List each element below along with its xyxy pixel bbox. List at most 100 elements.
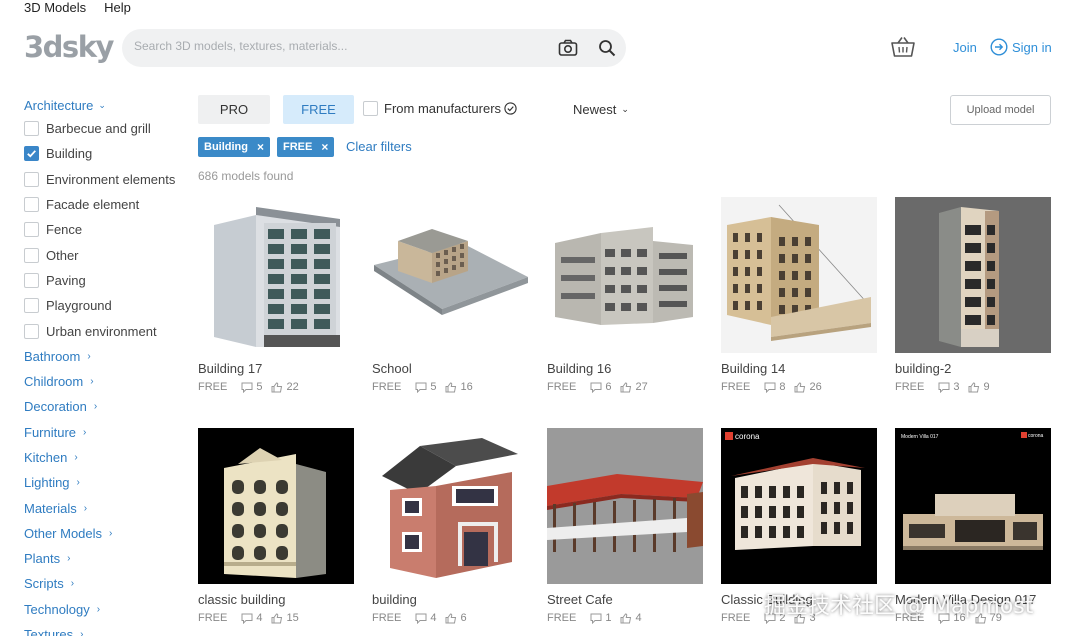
checkbox[interactable] — [24, 247, 39, 263]
model-title[interactable]: Building 16 — [547, 361, 703, 376]
like-count: 26 — [809, 381, 822, 393]
sidebar-category[interactable]: Kitchen › — [24, 445, 189, 470]
model-thumbnail[interactable]: corona — [721, 428, 877, 584]
signin-link[interactable]: Sign in — [990, 38, 1052, 56]
model-thumbnail[interactable] — [372, 428, 528, 584]
model-card[interactable]: classic building FREE 4 15 — [198, 428, 354, 625]
model-card[interactable]: Building 16 FREE 6 27 — [547, 197, 703, 394]
menu-3d-models[interactable]: 3D Models — [24, 0, 86, 18]
model-title[interactable]: Building 17 — [198, 361, 354, 376]
model-thumbnail[interactable] — [895, 197, 1051, 353]
basket-icon[interactable] — [890, 36, 916, 58]
free-badge: FREE — [372, 612, 402, 624]
menu-help[interactable]: Help — [104, 0, 131, 18]
comment-icon — [764, 382, 776, 393]
category-label: Architecture — [24, 97, 94, 113]
checkbox[interactable] — [24, 272, 39, 288]
subcategory-item[interactable]: Playground — [24, 293, 189, 318]
subcategory-item[interactable]: Other — [24, 242, 189, 267]
category-sidebar: Architecture ⌄ Barbecue and grill Building… — [24, 94, 189, 636]
like-count: 9 — [983, 381, 990, 393]
model-title[interactable]: building-2 — [895, 361, 1051, 376]
subcategory-item[interactable]: Urban environment — [24, 318, 189, 343]
comment-count: 5 — [256, 381, 263, 393]
model-card[interactable]: Building 14 FREE 8 26 — [721, 197, 877, 394]
checkbox[interactable] — [363, 101, 378, 116]
model-card[interactable]: Street Cafe FREE 1 4 — [547, 428, 703, 625]
model-card[interactable]: Building 17 FREE 5 22 — [198, 197, 354, 394]
image-search-icon[interactable] — [558, 39, 578, 57]
tag-label: FREE — [283, 141, 313, 153]
sidebar-category[interactable]: Technology › — [24, 597, 189, 622]
category-architecture[interactable]: Architecture ⌄ — [24, 94, 189, 116]
comment-icon — [590, 613, 602, 624]
sidebar-category[interactable]: Furniture › — [24, 420, 189, 445]
free-filter-button[interactable]: FREE — [283, 95, 354, 124]
checkbox[interactable] — [24, 222, 39, 238]
comment-count: 6 — [605, 381, 612, 393]
sidebar-category[interactable]: Scripts › — [24, 571, 189, 596]
close-icon[interactable]: × — [257, 140, 264, 154]
sidebar-category[interactable]: Plants › — [24, 546, 189, 571]
model-thumbnail[interactable] — [547, 197, 703, 353]
sidebar-category[interactable]: Bathroom › — [24, 344, 189, 369]
sidebar-category[interactable]: Other Models › — [24, 521, 189, 546]
filter-tag-building[interactable]: Building × — [198, 137, 271, 157]
model-title[interactable]: classic building — [198, 592, 354, 607]
sidebar-category[interactable]: Decoration › — [24, 394, 189, 419]
checkbox[interactable] — [24, 323, 39, 339]
chevron-down-icon: ⌄ — [621, 104, 629, 114]
comment-count: 8 — [779, 381, 786, 393]
comment-count: 3 — [953, 381, 960, 393]
close-icon[interactable]: × — [321, 140, 328, 154]
sidebar-category[interactable]: Textures › — [24, 622, 189, 636]
model-meta: FREE 3 9 — [895, 380, 1051, 394]
pro-filter-button[interactable]: PRO — [198, 95, 270, 124]
model-card[interactable]: School FREE 5 16 — [372, 197, 528, 394]
subcategory-item[interactable]: Environment elements — [24, 167, 189, 192]
model-title[interactable]: building — [372, 592, 528, 607]
model-thumbnail[interactable] — [721, 197, 877, 353]
sidebar-category[interactable]: Childroom › — [24, 369, 189, 394]
subcategory-item[interactable]: Barbecue and grill — [24, 116, 189, 141]
model-thumbnail[interactable] — [198, 428, 354, 584]
like-count: 16 — [460, 381, 473, 393]
search-input[interactable] — [134, 39, 554, 53]
model-card[interactable]: building-2 FREE 3 9 — [895, 197, 1051, 394]
sidebar-category[interactable]: Lighting › — [24, 470, 189, 495]
from-manufacturers-filter[interactable]: From manufacturers — [363, 101, 517, 116]
sidebar-category[interactable]: Materials › — [24, 495, 189, 520]
comment-icon — [241, 613, 253, 624]
sort-dropdown[interactable]: Newest ⌄ — [573, 102, 629, 117]
checkbox-checked[interactable] — [24, 146, 39, 162]
subcategory-label: Environment elements — [46, 171, 176, 187]
model-thumbnail[interactable] — [372, 197, 528, 353]
subcategory-item[interactable]: Fence — [24, 217, 189, 242]
model-thumbnail[interactable]: Modern Villa 017 corona — [895, 428, 1051, 584]
chevron-right-icon: › — [83, 426, 87, 438]
upload-model-button[interactable]: Upload model — [950, 95, 1051, 125]
model-thumbnail[interactable] — [547, 428, 703, 584]
subcategory-item[interactable]: Paving — [24, 268, 189, 293]
model-card[interactable]: building FREE 4 6 — [372, 428, 528, 625]
category-label: Childroom — [24, 374, 84, 390]
search-icon[interactable] — [598, 39, 616, 57]
model-thumbnail[interactable] — [198, 197, 354, 353]
filter-tag-free[interactable]: FREE × — [277, 137, 335, 157]
checkbox[interactable] — [24, 171, 39, 187]
comment-icon — [415, 382, 427, 393]
model-meta: FREE 5 22 — [198, 380, 354, 394]
model-title[interactable]: School — [372, 361, 528, 376]
chevron-right-icon: › — [109, 527, 113, 539]
subcategory-item[interactable]: Facade element — [24, 192, 189, 217]
checkbox[interactable] — [24, 197, 39, 213]
checkbox[interactable] — [24, 121, 39, 137]
free-badge: FREE — [372, 381, 402, 393]
model-title[interactable]: Street Cafe — [547, 592, 703, 607]
join-link[interactable]: Join — [953, 40, 977, 55]
model-title[interactable]: Building 14 — [721, 361, 877, 376]
clear-filters-link[interactable]: Clear filters — [346, 139, 412, 154]
site-logo[interactable]: 3dsky — [24, 30, 114, 64]
checkbox[interactable] — [24, 298, 39, 314]
subcategory-item[interactable]: Building — [24, 141, 189, 166]
